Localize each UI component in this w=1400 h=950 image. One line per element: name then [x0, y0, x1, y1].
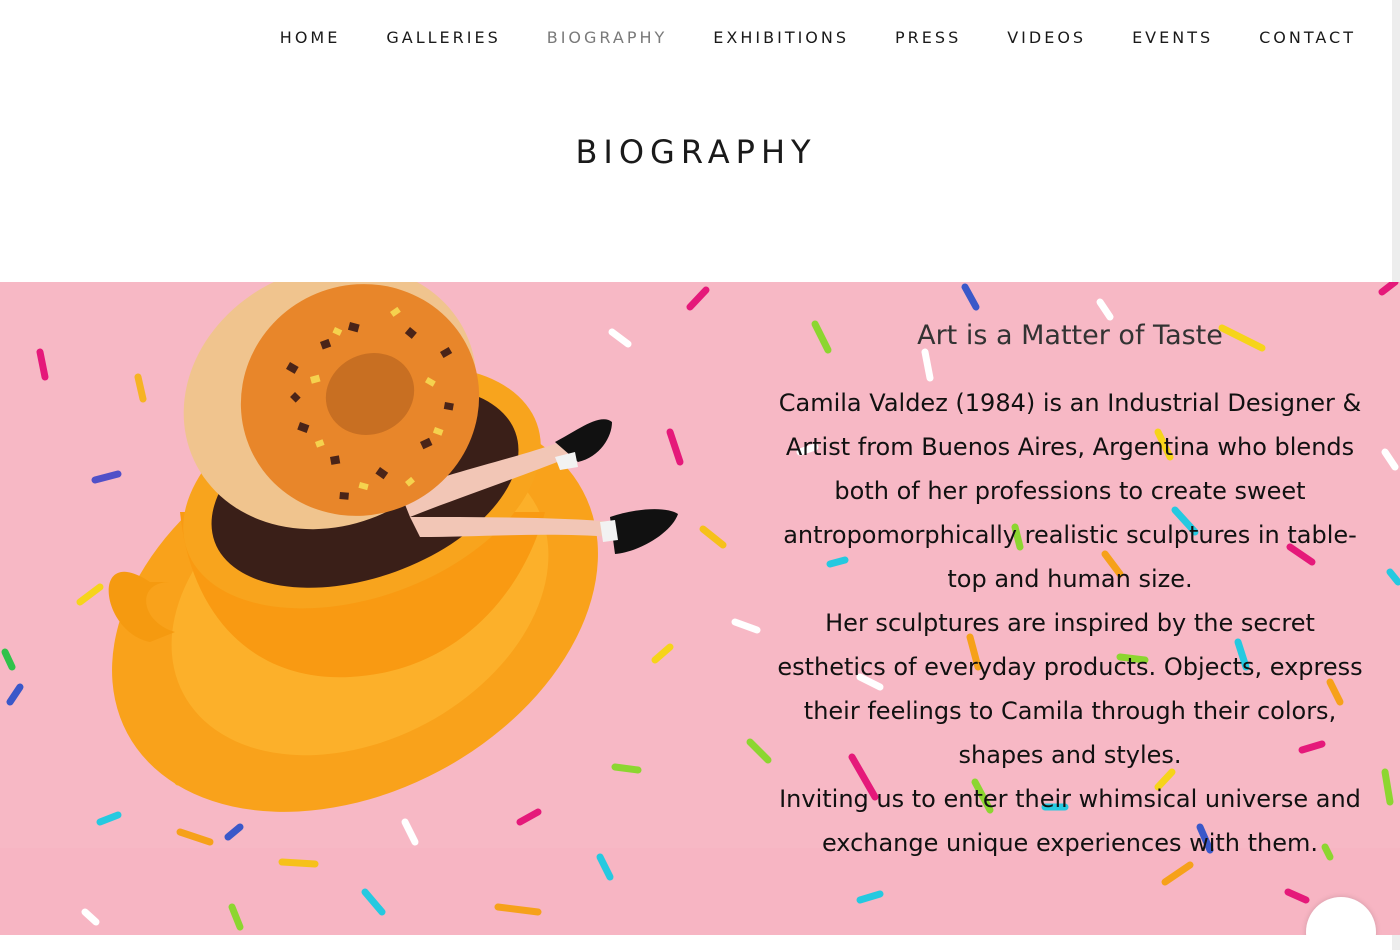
nav-exhibitions[interactable]: EXHIBITIONS [713, 24, 849, 52]
donut-teacup-sculpture-icon [108, 282, 678, 812]
main-navigation: HOME GALLERIES BIOGRAPHY EXHIBITIONS PRE… [234, 24, 1356, 52]
biography-body: Camila Valdez (1984) is an Industrial De… [770, 381, 1370, 865]
nav-galleries[interactable]: GALLERIES [386, 24, 500, 52]
page-title: BIOGRAPHY [575, 133, 817, 172]
biography-paragraph: Camila Valdez (1984) is an Industrial De… [778, 389, 1362, 593]
nav-biography[interactable]: BIOGRAPHY [547, 24, 668, 52]
biography-paragraph: Inviting us to enter their whimsical uni… [779, 785, 1361, 857]
biography-subtitle: Art is a Matter of Taste [917, 320, 1223, 351]
nav-events[interactable]: EVENTS [1132, 24, 1213, 52]
biography-paragraph: Her sculptures are inspired by the secre… [777, 609, 1363, 769]
nav-videos[interactable]: VIDEOS [1007, 24, 1086, 52]
nav-press[interactable]: PRESS [895, 24, 961, 52]
biography-text: Art is a Matter of Taste Camila Valdez (… [770, 320, 1370, 865]
biography-hero: Art is a Matter of Taste Camila Valdez (… [0, 282, 1400, 935]
nav-home[interactable]: HOME [280, 24, 341, 52]
nav-contact[interactable]: CONTACT [1259, 24, 1356, 52]
